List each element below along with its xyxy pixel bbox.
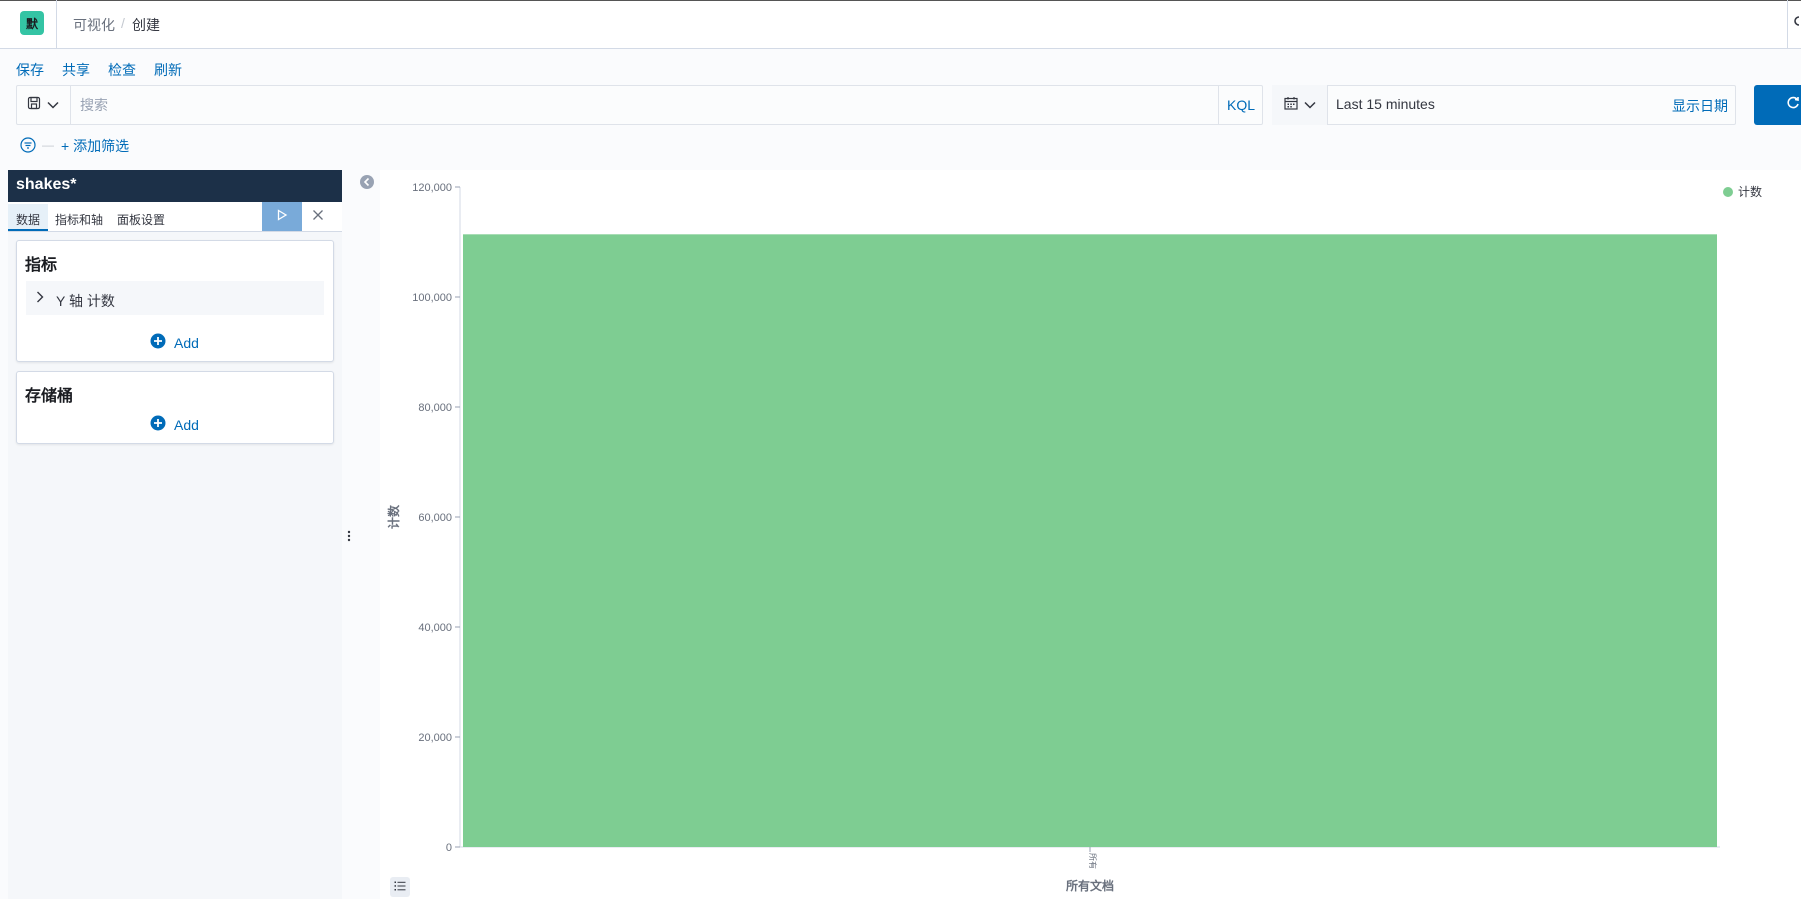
list-icon (394, 878, 406, 896)
x-axis-title: 所有文档 (1066, 878, 1114, 893)
date-range-text[interactable]: Last 15 minutes (1336, 96, 1435, 112)
plus-circle-icon (150, 415, 166, 434)
tab-data[interactable]: 数据 (16, 211, 40, 228)
search-input[interactable] (80, 85, 1210, 125)
save-link[interactable]: 保存 (16, 60, 44, 80)
header-help-icon[interactable] (1793, 14, 1801, 31)
refresh-button[interactable] (1754, 85, 1801, 125)
chevron-down-icon (1303, 96, 1316, 114)
metric-y-axis-label: Y 轴 计数 (56, 293, 115, 309)
chevron-down-icon (47, 96, 59, 114)
resize-handle[interactable] (347, 530, 351, 542)
x-tick-label: 所有 (1088, 853, 1098, 869)
kql-toggle-button[interactable]: KQL (1218, 85, 1263, 125)
y-tick-label: 100,000 (412, 292, 452, 304)
chevron-right-icon[interactable] (36, 290, 44, 308)
refresh-link[interactable]: 刷新 (154, 60, 182, 80)
add-bucket-button[interactable]: Add (150, 415, 199, 434)
show-dates-button[interactable]: 显示日期 (1672, 96, 1728, 116)
active-tab-indicator (8, 229, 48, 231)
breadcrumb-visualize[interactable]: 可视化 (73, 15, 115, 35)
saved-query-button[interactable] (16, 85, 71, 125)
breadcrumb-create: 创建 (132, 17, 160, 33)
y-tick-label: 60,000 (418, 512, 452, 524)
play-icon (276, 208, 288, 226)
add-bucket-label: Add (174, 416, 199, 433)
space-avatar[interactable]: 默 (20, 11, 44, 35)
collapse-sidebar-icon[interactable] (360, 175, 374, 194)
quick-date-button[interactable] (1272, 85, 1328, 125)
add-metric-button[interactable]: Add (150, 333, 199, 352)
y-tick-label: 40,000 (418, 622, 452, 634)
add-filter-button[interactable]: + 添加筛选 (61, 136, 129, 156)
buckets-title: 存储桶 (25, 388, 74, 405)
bar (463, 234, 1717, 847)
bar-chart: 0 20,000 40,000 60,000 80,000 100,000 120,000 所… (386, 182, 1720, 893)
calendar-icon (1283, 96, 1298, 115)
filter-options-icon[interactable] (20, 137, 36, 158)
index-pattern-title: shakes* (16, 176, 77, 193)
y-tick-label: 20,000 (418, 732, 452, 744)
tab-panel-settings[interactable]: 面板设置 (117, 211, 165, 228)
save-disk-icon (27, 96, 41, 115)
legend-swatch (1723, 186, 1733, 197)
filter-separator: — (42, 138, 54, 152)
share-link[interactable]: 共享 (62, 60, 90, 80)
tab-metrics-axes[interactable]: 指标和轴 (55, 211, 103, 228)
metrics-title: 指标 (25, 257, 58, 274)
legend-toggle-button[interactable] (390, 877, 410, 897)
y-tick-label: 120,000 (412, 182, 452, 194)
close-icon[interactable] (312, 208, 324, 226)
header-divider (56, 0, 57, 49)
inspect-link[interactable]: 检查 (108, 60, 136, 80)
y-axis-title: 计数 (386, 504, 401, 529)
plus-circle-icon (150, 333, 166, 352)
refresh-icon (1786, 96, 1800, 115)
legend-label: 计数 (1738, 185, 1763, 199)
top-header (0, 0, 1801, 49)
apply-changes-button[interactable] (262, 202, 302, 231)
add-metric-label: Add (174, 334, 199, 351)
header-right-divider (1787, 0, 1788, 49)
chart-legend[interactable]: 计数 (1723, 183, 1762, 200)
breadcrumb-separator: / (121, 15, 125, 31)
y-tick-label: 0 (446, 842, 452, 854)
y-tick-label: 80,000 (418, 402, 452, 414)
